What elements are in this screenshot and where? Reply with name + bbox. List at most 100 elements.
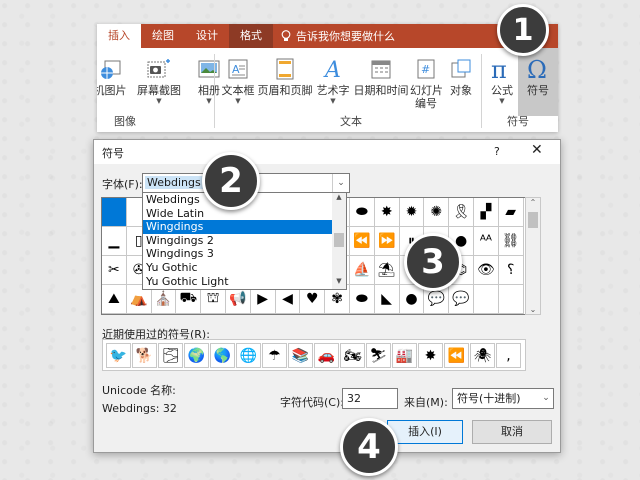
symbol-cell[interactable]: 💬 bbox=[449, 285, 474, 314]
calendar-icon bbox=[371, 60, 391, 79]
from-select-value: 符号(十进制) bbox=[457, 392, 521, 405]
recent-symbol-cell[interactable]: 🏍 bbox=[340, 343, 365, 368]
online-pictures-button[interactable]: 机图片 bbox=[97, 54, 127, 97]
recent-symbol-cell[interactable]: 🌎 bbox=[210, 343, 235, 368]
recent-symbol-cell[interactable]: 🌫 bbox=[158, 343, 183, 368]
symbol-cell[interactable]: 👁 bbox=[474, 256, 499, 285]
symbol-cell[interactable]: ⛵ bbox=[350, 256, 375, 285]
recent-symbol-cell[interactable]: 🐦 bbox=[106, 343, 131, 368]
symbol-cell[interactable]: ▰ bbox=[498, 198, 524, 227]
symbol-cell[interactable]: ▁ bbox=[102, 227, 127, 256]
datetime-button[interactable]: 日期和时间 bbox=[353, 54, 409, 97]
font-combobox-value: Webdings bbox=[145, 176, 203, 189]
recent-symbol-cell[interactable]: 🌍 bbox=[184, 343, 209, 368]
equation-button[interactable]: π 公式 ▼ bbox=[485, 54, 519, 105]
group-label-symbols: 符号 bbox=[507, 115, 529, 128]
symbol-cell[interactable]: ⬬ bbox=[350, 198, 375, 227]
from-select[interactable]: 符号(十进制) ⌄ bbox=[452, 388, 554, 409]
font-option[interactable]: Wingdings 2 bbox=[143, 234, 333, 248]
group-label-images: 图像 bbox=[114, 115, 136, 128]
symbol-cell[interactable]: ✺ bbox=[424, 198, 450, 227]
char-code-input[interactable]: 32 bbox=[342, 388, 398, 409]
symbol-cell[interactable]: ✂ bbox=[102, 256, 127, 285]
recent-symbol-cell[interactable]: ⏪ bbox=[444, 343, 469, 368]
symbol-cell[interactable]: ✹ bbox=[399, 198, 425, 227]
help-button[interactable]: ? bbox=[494, 145, 500, 158]
tab-insert[interactable]: 插入 bbox=[97, 24, 141, 48]
recent-symbol-cell[interactable]: 🏭 bbox=[392, 343, 417, 368]
svg-text:A: A bbox=[232, 63, 240, 76]
symbol-cell[interactable] bbox=[102, 198, 127, 227]
recent-symbol-cell[interactable]: 📚 bbox=[288, 343, 313, 368]
symbol-cell[interactable] bbox=[498, 285, 524, 314]
symbol-cell[interactable]: ⸮ bbox=[498, 256, 524, 285]
from-label: 来自(M): bbox=[404, 396, 448, 409]
scroll-down-icon[interactable]: ▼ bbox=[332, 277, 346, 289]
font-option[interactable]: Wingdings 3 bbox=[143, 247, 333, 261]
wordart-button[interactable]: A 艺术字 ▼ bbox=[313, 54, 353, 105]
scroll-thumb[interactable] bbox=[528, 212, 538, 228]
char-code-label: 字符代码(C): bbox=[280, 396, 344, 409]
symbol-cell[interactable] bbox=[474, 285, 499, 314]
scroll-up-icon[interactable]: ⌃ bbox=[526, 198, 540, 207]
close-icon[interactable]: ✕ bbox=[531, 142, 543, 158]
step-badge-1: 1 bbox=[497, 4, 549, 56]
recent-symbol-cell[interactable]: ☂ bbox=[262, 343, 287, 368]
font-label: 字体(F): bbox=[102, 178, 143, 191]
omega-icon: Ω bbox=[527, 57, 547, 81]
recent-symbol-cell[interactable]: , bbox=[496, 343, 521, 368]
font-option[interactable]: Yu Gothic bbox=[143, 261, 333, 275]
group-label-text: 文本 bbox=[340, 115, 362, 128]
group-separator bbox=[481, 54, 482, 128]
dialog-title: 符号 bbox=[102, 147, 124, 160]
recent-symbols-row: 🐦 🐕 🌫 🌍 🌎 🌐 ☂ 📚 🚗 🏍 ⛷ 🏭 ✸ ⏪ 🕷, bbox=[102, 339, 526, 371]
symbol-cell[interactable]: ⏩ bbox=[374, 227, 400, 256]
symbol-cell[interactable]: ⏪ bbox=[350, 227, 375, 256]
textbox-button[interactable]: A 文本框 ▼ bbox=[219, 54, 257, 105]
scroll-thumb[interactable] bbox=[334, 233, 344, 247]
scroll-up-icon[interactable]: ▲ bbox=[332, 193, 346, 205]
symbol-cell[interactable]: ▞ bbox=[474, 198, 499, 227]
symbol-cell[interactable]: ✸ bbox=[374, 198, 400, 227]
object-button[interactable]: 对象 bbox=[445, 54, 477, 97]
step-badge-2: 2 bbox=[202, 152, 260, 210]
picture-globe-icon bbox=[101, 60, 121, 79]
symbol-cell[interactable]: ⛰ bbox=[102, 285, 127, 314]
symbol-button[interactable]: Ω 符号 bbox=[521, 54, 555, 97]
recent-symbol-cell[interactable]: 🐕 bbox=[132, 343, 157, 368]
ribbon: 插入 绘图 设计 格式 告诉我你想要做什么 机图片 屏幕截图 ▼ 相册 ▼ 图像… bbox=[97, 24, 558, 132]
cancel-button[interactable]: 取消 bbox=[472, 420, 552, 444]
svg-text:π: π bbox=[491, 57, 507, 81]
recent-symbol-cell[interactable]: 🕷 bbox=[470, 343, 495, 368]
tab-format[interactable]: 格式 bbox=[229, 24, 273, 48]
camera-icon bbox=[147, 59, 170, 78]
symbol-cell[interactable]: ⛓ bbox=[498, 227, 524, 256]
symbol-cell[interactable]: ● bbox=[399, 285, 425, 314]
insert-button[interactable]: 插入(I) bbox=[387, 420, 463, 444]
ribbon-groups: 机图片 屏幕截图 ▼ 相册 ▼ 图像 A 文本框 ▼ 页眉和页脚 A 艺术字 ▼ bbox=[97, 48, 558, 132]
scroll-down-icon[interactable]: ⌄ bbox=[526, 305, 540, 314]
symbol-cell[interactable]: 🎗 bbox=[449, 198, 474, 227]
recent-symbol-cell[interactable]: ✸ bbox=[418, 343, 443, 368]
symbol-cell[interactable]: ᴬᴬ bbox=[474, 227, 499, 256]
tab-draw[interactable]: 绘图 bbox=[141, 24, 185, 48]
symbol-cell[interactable]: ⛱ bbox=[374, 256, 400, 285]
recent-symbol-cell[interactable]: 🌐 bbox=[236, 343, 261, 368]
header-footer-button[interactable]: 页眉和页脚 bbox=[257, 54, 313, 97]
symbol-cell[interactable]: ⬬ bbox=[350, 285, 375, 314]
group-separator bbox=[214, 54, 215, 128]
tell-me-box[interactable]: 告诉我你想要做什么 bbox=[281, 28, 395, 44]
recent-symbol-cell[interactable]: 🚗 bbox=[314, 343, 339, 368]
slide-number-button[interactable]: # 幻灯片 编号 bbox=[410, 54, 443, 110]
font-list-scrollbar[interactable]: ▲ ▼ bbox=[332, 192, 347, 290]
symbol-cell[interactable]: ◣ bbox=[374, 285, 400, 314]
recent-symbol-cell[interactable]: ⛷ bbox=[366, 343, 391, 368]
font-option[interactable]: Wingdings bbox=[143, 220, 333, 234]
unicode-name-label: Unicode 名称: bbox=[102, 384, 176, 397]
symbol-grid-scrollbar[interactable]: ⌃ ⌄ bbox=[525, 197, 541, 315]
font-option[interactable]: Yu Gothic Light bbox=[143, 275, 333, 289]
chevron-down-icon[interactable]: ⌄ bbox=[539, 389, 553, 408]
chevron-down-icon[interactable]: ⌄ bbox=[332, 174, 349, 192]
tab-design[interactable]: 设计 bbox=[185, 24, 229, 48]
screenshot-button[interactable]: 屏幕截图 ▼ bbox=[133, 54, 185, 105]
